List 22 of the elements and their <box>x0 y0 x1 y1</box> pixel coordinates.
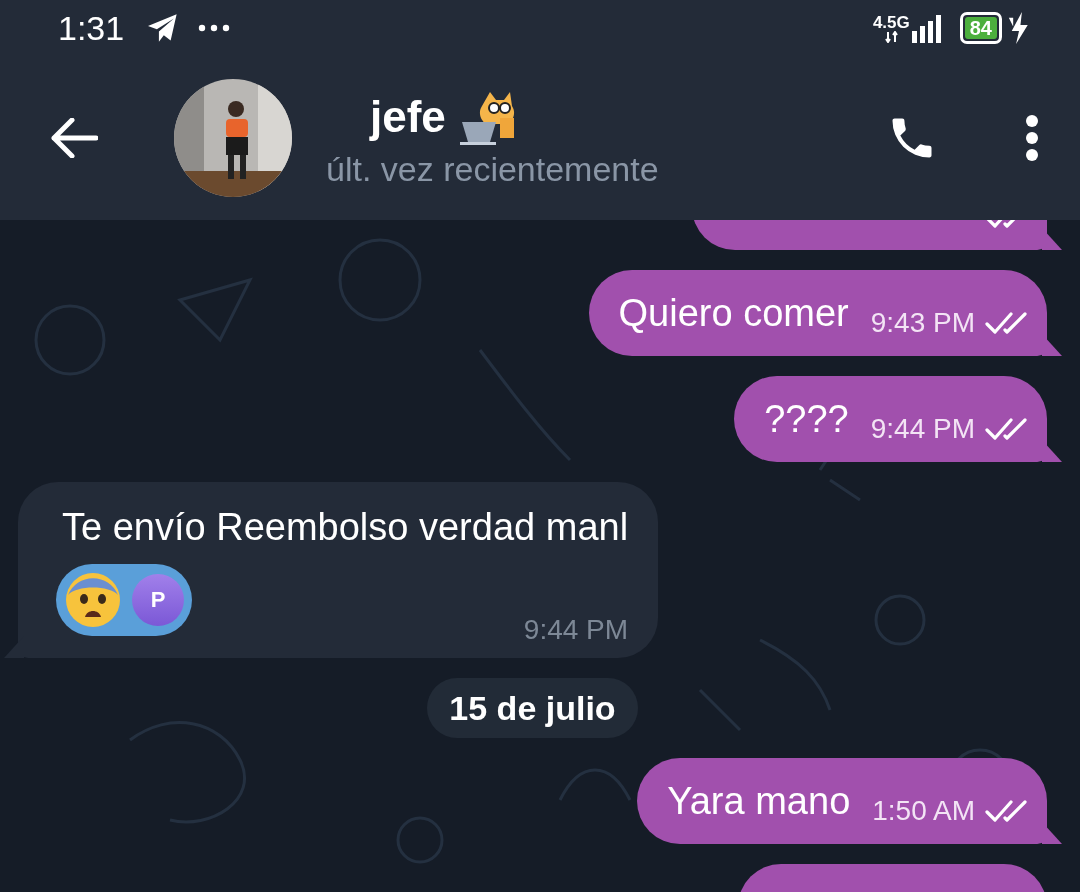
message-text: Yara mano <box>667 779 851 824</box>
message-text: ???? <box>764 397 849 442</box>
message-time: 9:43 PM <box>870 307 975 339</box>
message-text: Quiero comer <box>618 291 849 336</box>
date-separator: 15 de julio <box>427 678 638 738</box>
message-time: 1:50 AM <box>872 795 975 827</box>
message-text: Te envío Reembolso verdad manl <box>62 505 629 550</box>
charging-bolt-icon <box>1008 12 1030 44</box>
reactor-avatar: P <box>132 574 184 626</box>
message-time: 9:44 PM <box>870 413 975 445</box>
fearful-face-icon <box>64 571 122 629</box>
battery-icon: 84 <box>959 12 1002 44</box>
contact-name: jefe <box>370 91 446 142</box>
reaction-chip[interactable]: P <box>56 564 192 636</box>
message-time: 9:44 PM <box>523 614 629 646</box>
network-type: 4.5G <box>872 13 910 31</box>
last-seen-status: últ. vez recientemente <box>326 149 659 189</box>
back-arrow-icon[interactable] <box>50 118 98 158</box>
data-arrows-icon <box>885 30 900 43</box>
more-dots-icon <box>198 23 231 33</box>
menu-icon[interactable] <box>1024 114 1040 162</box>
clock-time: 1:31 <box>58 8 125 48</box>
